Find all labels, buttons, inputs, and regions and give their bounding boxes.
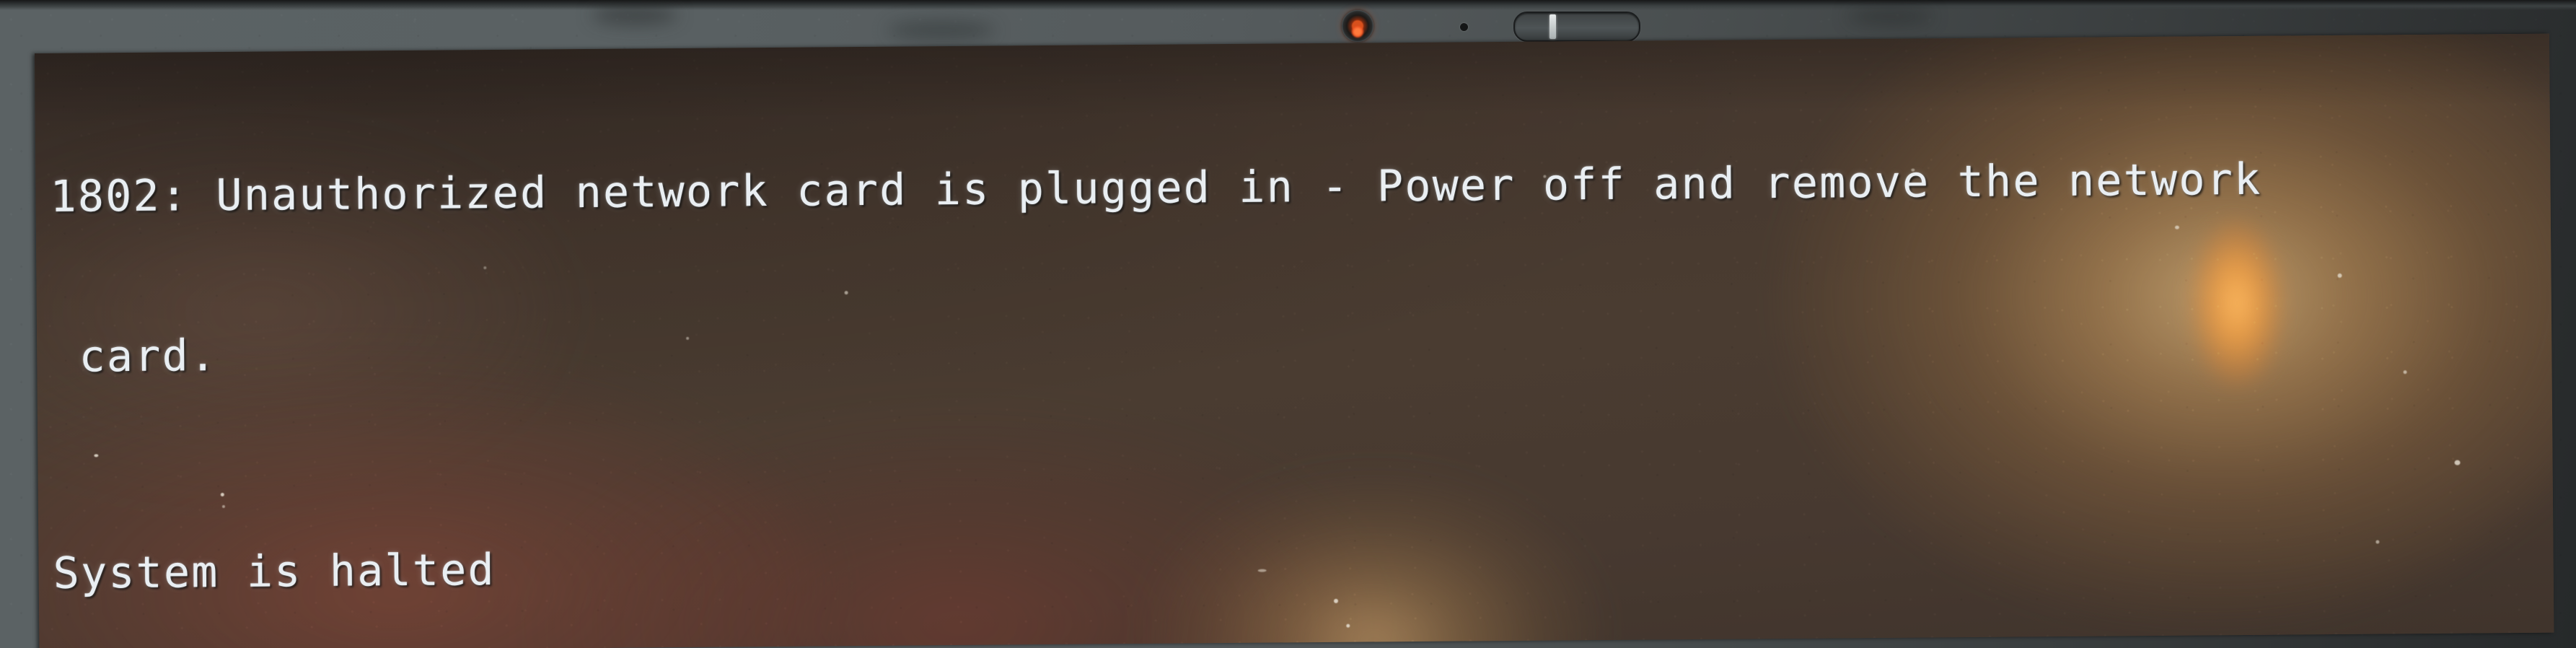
bios-status-line: System is halted [53, 545, 496, 599]
bios-error-message: 1802: Unauthorized network card is plugg… [49, 44, 2554, 648]
privacy-shutter-slider[interactable] [1513, 12, 1640, 42]
bios-text-line-1: 1802: Unauthorized network card is plugg… [50, 154, 2262, 222]
webcam-led-indicator [1352, 26, 1363, 38]
webcam-icon [1342, 10, 1373, 42]
bios-text-line-2: card. [51, 330, 218, 382]
laptop-photo: 1802: Unauthorized network card is plugg… [0, 0, 2576, 648]
privacy-shutter-handle[interactable] [1549, 14, 1556, 39]
microphone-pinhole-icon [1460, 23, 1468, 31]
laptop-screen: 1802: Unauthorized network card is plugg… [35, 33, 2554, 648]
